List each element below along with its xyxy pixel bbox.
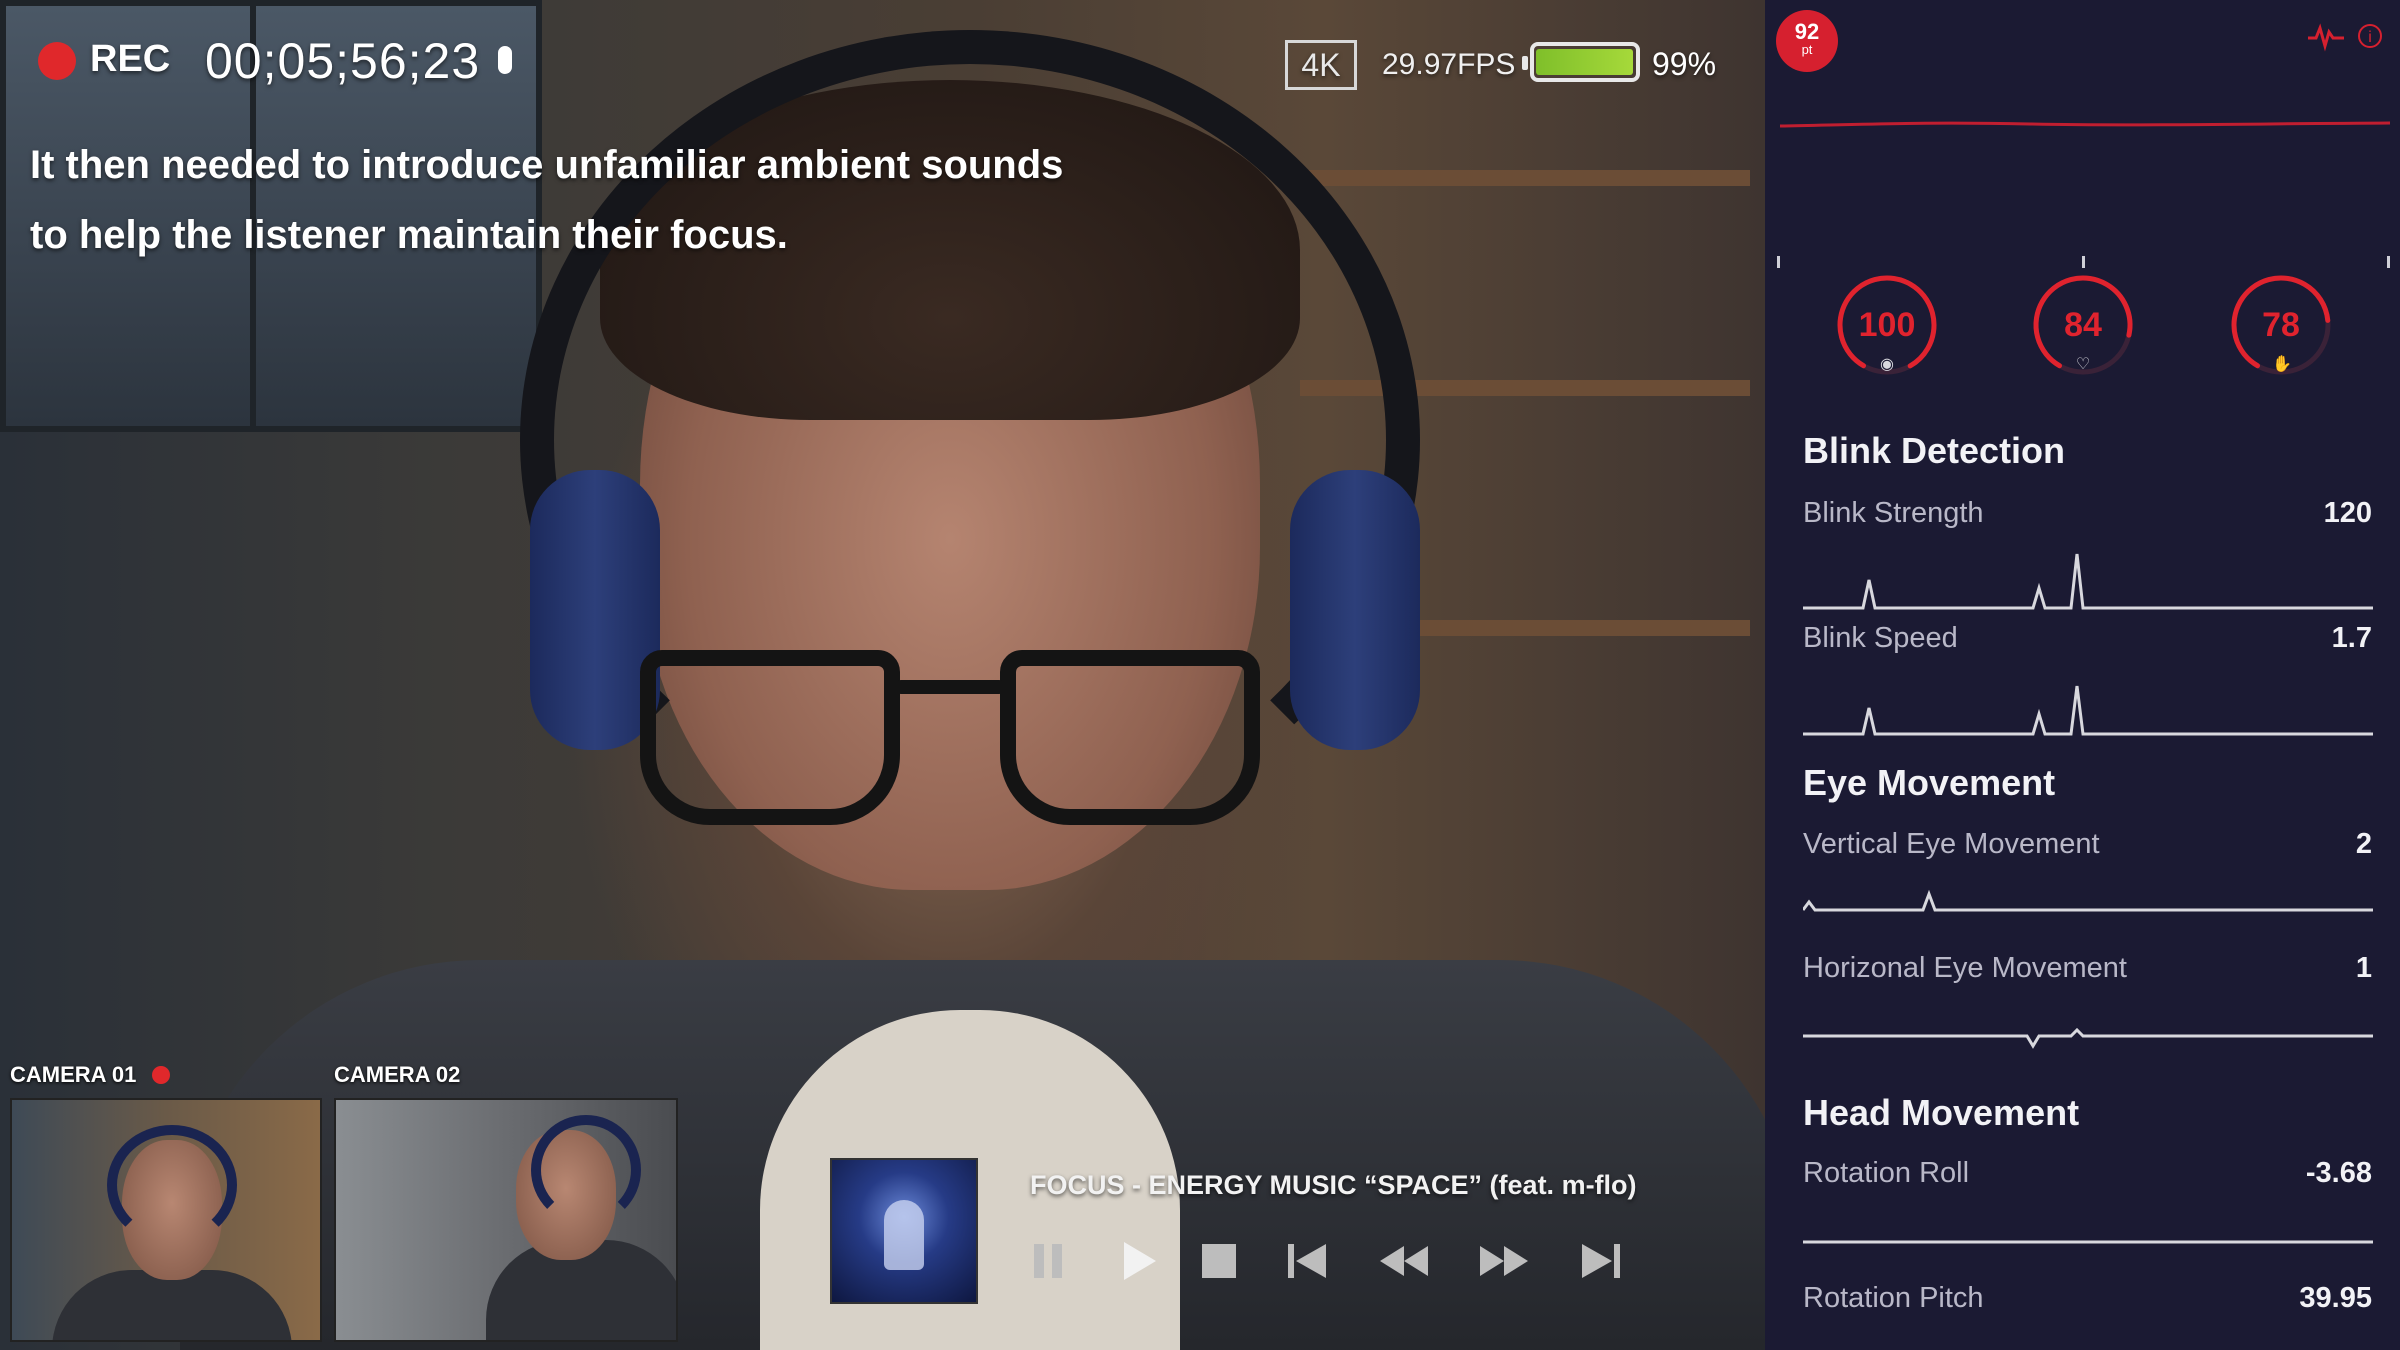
album-art	[830, 1158, 978, 1304]
battery-icon	[1522, 42, 1640, 82]
camera-02-label: CAMERA 02	[334, 1062, 461, 1087]
blink-strength-label: Blink Strength	[1803, 497, 1984, 529]
fast-forward-button[interactable]	[1476, 1236, 1532, 1286]
camera-01-thumbnail[interactable]	[10, 1098, 322, 1342]
skip-back-button[interactable]	[1280, 1236, 1336, 1286]
blink-strength-sparkline	[1803, 550, 2373, 610]
glasses-bridge	[895, 680, 1005, 694]
brain-icon: ◉	[1880, 356, 1894, 373]
timecode: 00;05;56;23	[205, 33, 481, 89]
vertical-eye-movement-value: 2	[2355, 828, 2372, 860]
focus-score-badge: 92 pt	[1776, 10, 1838, 72]
attention-gauge-value: 100	[1858, 306, 1916, 344]
heart-rate-gauge: 84 ♡	[2030, 272, 2136, 378]
rec-label: REC	[90, 38, 171, 80]
horizontal-eye-movement-label: Horizonal Eye Movement	[1803, 952, 2127, 984]
eye-movement-title: Eye Movement	[1803, 762, 2056, 803]
play-icon	[1124, 1242, 1156, 1280]
background-shelf	[1300, 170, 1750, 186]
horizontal-eye-movement-sparkline	[1803, 1010, 2373, 1070]
rotation-roll-value: -3.68	[2305, 1157, 2372, 1189]
blink-detection-title: Blink Detection	[1803, 430, 2066, 471]
head-movement-title: Head Movement	[1803, 1092, 2080, 1133]
blink-strength-value: 120	[2323, 497, 2372, 529]
pause-icon	[1034, 1244, 1062, 1278]
biometrics-panel	[1765, 0, 2400, 1350]
hand-icon: ✋	[2272, 356, 2292, 373]
skip-forward-button[interactable]	[1572, 1236, 1628, 1286]
glasses-right-lens	[1000, 650, 1260, 825]
blink-speed-sparkline	[1803, 678, 2373, 738]
rotation-roll-sparkline	[1803, 1212, 2373, 1272]
pause-button[interactable]	[1020, 1236, 1076, 1286]
rotation-pitch-value: 39.95	[2299, 1282, 2372, 1314]
rewind-icon	[1380, 1246, 1428, 1276]
camera-01-label: CAMERA 01	[10, 1062, 137, 1087]
subtitle: It then needed to introduce unfamiliar a…	[30, 130, 1130, 270]
resolution-badge: 4K	[1285, 40, 1357, 90]
blink-speed-value: 1.7	[2331, 622, 2372, 654]
skip-forward-icon	[1582, 1244, 1620, 1278]
info-icon[interactable]: i	[2358, 24, 2382, 48]
heart-rate-gauge-value: 84	[2064, 306, 2102, 344]
timeline-tick	[1777, 256, 1780, 268]
timeline-tick	[2082, 256, 2085, 268]
focus-trend-line	[1780, 121, 2390, 128]
vertical-eye-movement-sparkline	[1801, 880, 2373, 940]
horizontal-eye-movement-value: 1	[2355, 952, 2372, 984]
play-button[interactable]	[1110, 1236, 1166, 1286]
stress-gauge-value: 78	[2262, 306, 2300, 344]
rewind-button[interactable]	[1376, 1236, 1432, 1286]
focus-score-value: 92	[1794, 19, 1820, 44]
stop-button[interactable]	[1190, 1236, 1246, 1286]
record-indicator-icon	[38, 42, 76, 80]
heart-icon: ♡	[2075, 356, 2091, 373]
battery-level-fill	[1536, 49, 1633, 75]
rotation-roll-label: Rotation Roll	[1803, 1157, 1970, 1189]
microphone-icon	[498, 46, 512, 74]
vertical-eye-movement-label: Vertical Eye Movement	[1803, 828, 2100, 860]
attention-gauge: 100 ◉	[1834, 272, 1940, 378]
headphones-right-cup	[1290, 470, 1420, 750]
camera-01-live-dot-icon	[152, 1066, 170, 1084]
glasses-left-lens	[640, 650, 900, 825]
subtitle-line-1: It then needed to introduce unfamiliar a…	[30, 143, 1064, 187]
skip-back-icon	[1288, 1244, 1326, 1278]
blink-speed-label: Blink Speed	[1803, 622, 1958, 654]
subtitle-line-2: to help the listener maintain their focu…	[30, 213, 788, 257]
rotation-pitch-label: Rotation Pitch	[1803, 1282, 1984, 1314]
stop-icon	[1202, 1244, 1236, 1278]
pulse-icon[interactable]	[2308, 20, 2344, 52]
frame-rate: 29.97FPS	[1382, 48, 1516, 81]
timeline-tick	[2387, 256, 2390, 268]
camera-02-thumbnail[interactable]	[334, 1098, 678, 1342]
track-title: FOCUS - ENERGY MUSIC “SPACE” (feat. m-fl…	[1030, 1170, 1637, 1200]
fast-forward-icon	[1480, 1246, 1528, 1276]
stress-gauge: 78 ✋	[2228, 272, 2334, 378]
focus-score-unit: pt	[1801, 42, 1813, 57]
battery-percent: 99%	[1652, 46, 1717, 82]
